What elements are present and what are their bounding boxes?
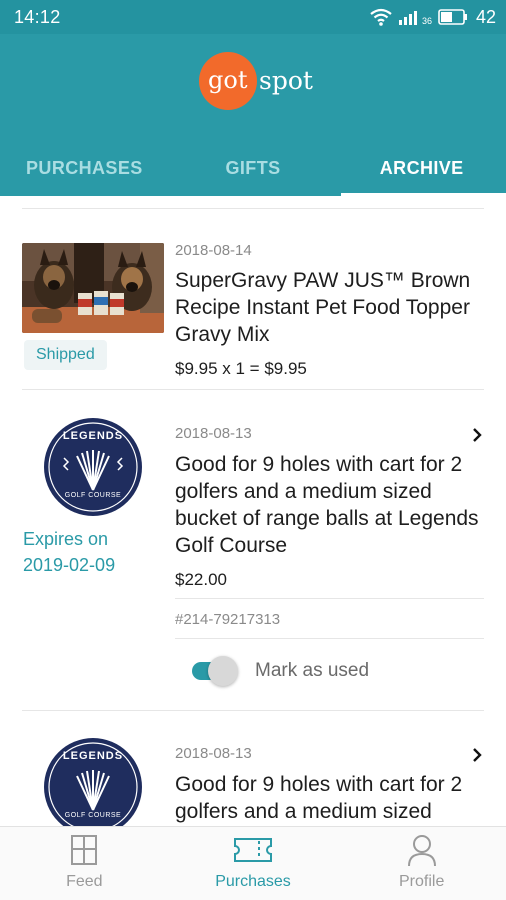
item-title: SuperGravy PAW JUS™ Brown Recipe Instant…: [175, 269, 471, 346]
bottom-nav: Feed Purchases Profile: [0, 826, 506, 900]
divider: [175, 638, 484, 639]
status-time: 14:12: [14, 6, 61, 27]
list-item[interactable]: Shipped 2018-08-14 SuperGravy PAW JUS™ B…: [0, 196, 506, 392]
voucher-code: #214-79217313: [175, 611, 281, 628]
item-title: Good for 9 holes with cart for 2 golfers…: [175, 453, 479, 557]
purchase-date: 2018-08-13: [175, 425, 252, 442]
status-badge: Shipped: [24, 340, 107, 370]
archive-list[interactable]: Shipped 2018-08-14 SuperGravy PAW JUS™ B…: [0, 196, 506, 826]
tab-gifts[interactable]: GIFTS: [169, 140, 338, 196]
legends-logo-text-bottom: GOLF COURSE: [64, 492, 122, 499]
logo-text-spot: spot: [259, 65, 313, 95]
nav-feed-label: Feed: [66, 873, 103, 890]
chevron-right-icon[interactable]: [468, 426, 486, 444]
expires-label-text: Expires on: [23, 529, 109, 549]
divider: [175, 598, 484, 599]
status-bar: 14:12 36 42: [0, 0, 506, 34]
nav-purchases-label: Purchases: [215, 873, 291, 890]
item-price: $22.00: [175, 570, 227, 589]
tab-archive[interactable]: ARCHIVE: [337, 140, 506, 196]
expires-label: Expires on 2019-02-09: [23, 526, 163, 578]
nav-profile[interactable]: Profile: [337, 827, 506, 900]
tab-bar: PURCHASES GIFTS ARCHIVE: [0, 140, 506, 196]
logo-text-got: got: [208, 66, 248, 94]
toggle-knob: [208, 656, 238, 686]
tab-purchases[interactable]: PURCHASES: [0, 140, 169, 196]
feed-icon: [71, 835, 98, 865]
legends-logo-text-top: LEGENDS: [62, 430, 124, 442]
mark-used-toggle[interactable]: [190, 656, 238, 686]
item-price: $9.95 x 1 = $9.95: [175, 359, 307, 378]
ticket-icon: [234, 838, 272, 862]
list-item[interactable]: LEGENDS GOLF COURSE 2018-08-13 Good for …: [0, 710, 506, 826]
legends-logo-text-bottom: GOLF COURSE: [64, 812, 122, 819]
mark-used-label: Mark as used: [255, 660, 370, 681]
item-title: Good for 9 holes with cart for 2 golfers…: [175, 773, 463, 823]
chevron-right-icon[interactable]: [468, 746, 486, 764]
nav-profile-label: Profile: [399, 873, 445, 890]
battery-icon: [438, 9, 468, 25]
wifi-icon: [370, 8, 392, 26]
app-header: got spot PURCHASES GIFTS ARCHIVE: [0, 34, 506, 196]
logo-circle: got: [199, 52, 257, 110]
product-photo: [22, 243, 164, 333]
status-indicators: 36 42: [370, 7, 496, 28]
battery-level: 42: [475, 6, 496, 27]
expires-date: 2019-02-09: [23, 555, 116, 575]
gotspot-logo: got spot: [199, 52, 313, 110]
purchase-date: 2018-08-13: [175, 745, 252, 762]
nav-feed[interactable]: Feed: [0, 827, 169, 900]
person-icon: [407, 835, 436, 867]
purchase-date: 2018-08-14: [175, 242, 252, 259]
network-type: 36: [421, 16, 432, 26]
legends-logo-text-top: LEGENDS: [62, 750, 124, 762]
nav-purchases[interactable]: Purchases: [169, 827, 338, 900]
